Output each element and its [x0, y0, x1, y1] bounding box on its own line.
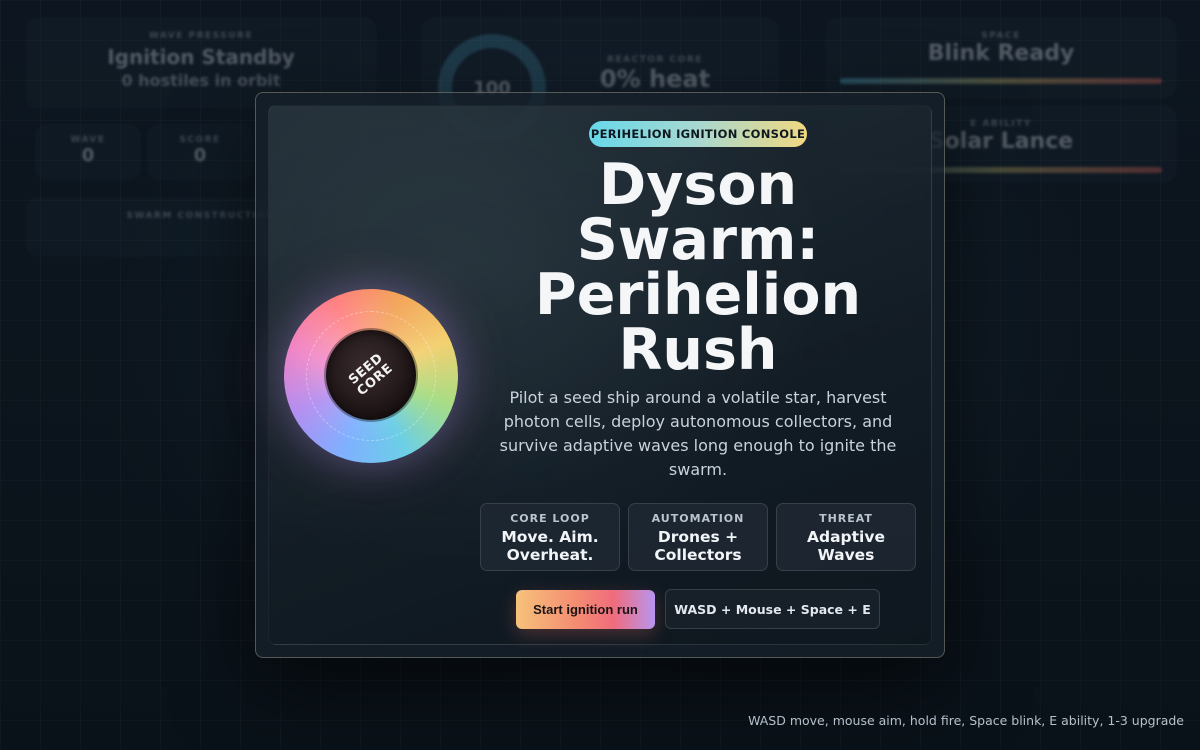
controls-hint: WASD move, mouse aim, hold fire, Space b… [748, 713, 1184, 728]
score-caption: SCORE [179, 135, 221, 145]
feature-chip-key: AUTOMATION [651, 512, 745, 525]
blink-cooldown-bar [840, 78, 1162, 84]
space-blink-panel: SPACE Blink Ready [826, 18, 1176, 98]
feature-chip-value-line: Collectors [654, 546, 742, 564]
feature-chip-value-line: Overheat. [506, 546, 594, 564]
feature-chip-value: Drones + Collectors [629, 528, 767, 564]
feature-chip-key: CORE LOOP [510, 512, 590, 525]
game-title-line-2: Swarm: [576, 207, 820, 273]
score-value: 0 [193, 145, 207, 166]
wave-pressure-status: Ignition Standby [107, 45, 295, 69]
blink-status: Blink Ready [927, 41, 1075, 66]
start-ignition-button[interactable]: Start ignition run [516, 590, 655, 629]
feature-chip-value-line: Move. Aim. [501, 528, 599, 546]
hostile-count: 0 hostiles in orbit [121, 71, 281, 90]
wave-value: 0 [81, 145, 95, 166]
feature-chip-automation: AUTOMATION Drones + Collectors [628, 503, 768, 571]
wave-caption: WAVE [70, 135, 106, 145]
game-title-line-3: Perihelion [534, 262, 862, 328]
feature-chip-value-line: Drones + [657, 528, 739, 546]
wave-panel: WAVE 0 [36, 124, 140, 180]
feature-chip-key: THREAT [819, 512, 873, 525]
game-description: Pilot a seed ship around a volatile star… [499, 388, 897, 479]
space-caption: SPACE [981, 31, 1021, 41]
feature-chip-value: Adaptive Waves [777, 528, 915, 564]
feature-chip-threat: THREAT Adaptive Waves [776, 503, 916, 571]
seed-core-orb: SEED CORE [284, 289, 458, 463]
game-title-line-4: Rush [618, 317, 778, 383]
game-title-line-1: Dyson [598, 152, 798, 218]
wave-pressure-caption: WAVE PRESSURE [148, 31, 254, 41]
feature-chip-value-line: Adaptive [807, 528, 885, 546]
score-panel: SCORE 0 [148, 124, 252, 180]
feature-chip-core-loop: CORE LOOP Move. Aim. Overheat. [480, 503, 620, 571]
console-badge: PERIHELION IGNITION CONSOLE [589, 121, 807, 147]
feature-chip-value-line: Waves [817, 546, 875, 564]
game-title: Dyson Swarm: Perihelion Rush [498, 152, 898, 383]
seed-core: SEED CORE [326, 330, 416, 420]
game-screen: WAVE PRESSURE Ignition Standby 0 hostile… [0, 0, 1200, 750]
feature-chip-value: Move. Aim. Overheat. [481, 528, 619, 564]
seed-core-label: SEED CORE [339, 345, 403, 405]
controls-info-button[interactable]: WASD + Mouse + Space + E [665, 589, 880, 629]
